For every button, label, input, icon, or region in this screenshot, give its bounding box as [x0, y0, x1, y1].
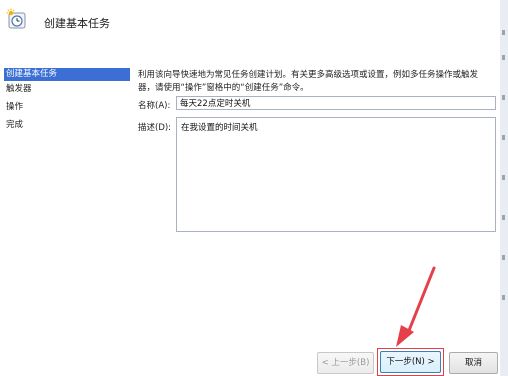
annotation-arrow — [396, 266, 436, 347]
